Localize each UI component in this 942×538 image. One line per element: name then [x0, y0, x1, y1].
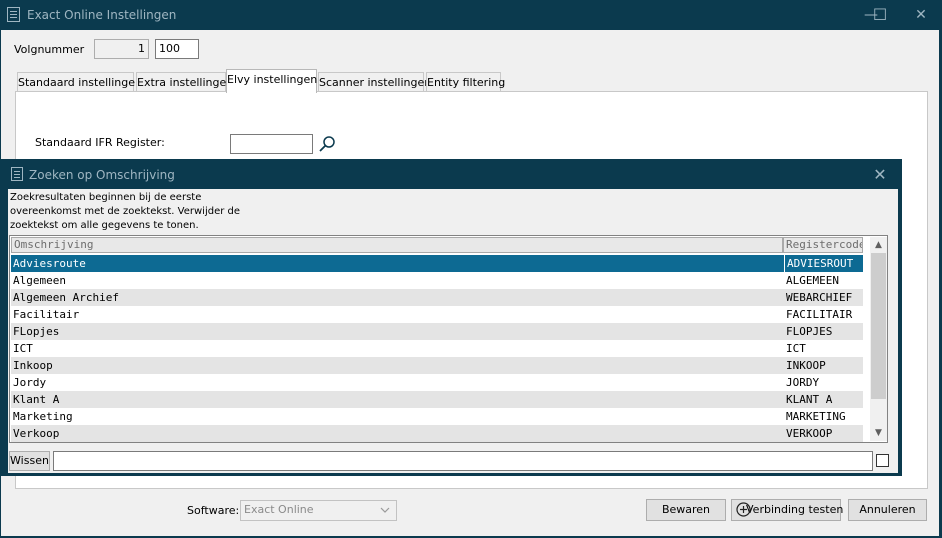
table-row[interactable]: FLopjes FLOPJES: [11, 323, 863, 340]
tab-standaard-instellingen[interactable]: Standaard instellingen: [17, 72, 142, 92]
cell-omschrijving: Adviesroute: [13, 257, 86, 270]
tab-scanner-instellingen[interactable]: Scanner instellingen: [318, 72, 431, 92]
scroll-thumb[interactable]: [871, 253, 886, 399]
scroll-up-icon[interactable]: ▲: [870, 237, 887, 253]
table-row[interactable]: Adviesroute ADVIESROUT: [11, 255, 863, 272]
cell-omschrijving: Klant A: [13, 393, 60, 406]
search-icon[interactable]: [318, 135, 336, 153]
table-row[interactable]: Klant A KLANT A: [11, 391, 863, 408]
clear-button[interactable]: Wissen: [9, 451, 50, 471]
cell-registercode: ALGEMEEN: [786, 274, 839, 287]
tab-elvy-instellingen[interactable]: Elvy instellingen: [226, 69, 317, 93]
cell-omschrijving: FLopjes: [13, 325, 60, 338]
cell-omschrijving: Marketing: [13, 410, 73, 423]
software-select-value: Exact Online: [244, 503, 314, 516]
cell-registercode: FACILITAIR: [786, 308, 853, 321]
dialog-body: Zoekresultaten beginnen bij de eerste ov…: [8, 189, 898, 473]
volgnummer-label: Volgnummer: [14, 43, 85, 56]
table-row[interactable]: Facilitair FACILITAIR: [11, 306, 863, 323]
column-header-omschrijving[interactable]: Omschrijving: [11, 237, 783, 253]
table-row[interactable]: ICT ICT: [11, 340, 863, 357]
save-button[interactable]: Bewaren: [646, 499, 726, 521]
search-dialog: Zoeken op Omschrijving ✕ Zoekresultaten …: [0, 159, 902, 476]
scroll-down-icon[interactable]: ▼: [870, 425, 887, 441]
results-grid[interactable]: Omschrijving Registercode Adviesroute ADV…: [9, 235, 888, 443]
ifr-register-input[interactable]: [230, 134, 313, 154]
table-row[interactable]: Inkoop INKOOP: [11, 357, 863, 374]
column-header-registercode[interactable]: Registercode: [783, 237, 863, 253]
cell-registercode: ADVIESROUT: [784, 255, 863, 272]
software-label: Software:: [187, 504, 240, 517]
table-row[interactable]: Algemeen Archief WEBARCHIEF: [11, 289, 863, 306]
cell-omschrijving: Verkoop: [13, 427, 60, 440]
tab-entity-filtering[interactable]: Entity filtering: [426, 72, 505, 92]
cell-registercode: INKOOP: [786, 359, 826, 372]
ifr-register-label: Standaard IFR Register:: [35, 136, 165, 149]
cancel-button[interactable]: Annuleren: [848, 499, 927, 521]
dialog-title: Zoeken op Omschrijving: [29, 168, 175, 182]
table-row[interactable]: Verkoop VERKOOP: [11, 425, 863, 442]
search-input[interactable]: [53, 451, 873, 471]
test-connection-label: Verbinding testen: [746, 503, 844, 516]
maximize-button[interactable]: ☐: [857, 0, 903, 30]
dialog-title-bar: Zoeken op Omschrijving ✕: [0, 159, 902, 189]
table-row[interactable]: Marketing MARKETING: [11, 408, 863, 425]
window-title: Exact Online Instellingen: [27, 8, 177, 22]
volgnummer-to-field[interactable]: 100: [155, 39, 199, 59]
cell-registercode: WEBARCHIEF: [786, 291, 853, 304]
cell-omschrijving: Algemeen: [13, 274, 66, 287]
plus-circle-icon: [736, 502, 751, 517]
volgnummer-from-field[interactable]: 1: [94, 39, 149, 59]
chevron-down-icon: [380, 507, 390, 513]
cell-registercode: VERKOOP: [786, 427, 833, 440]
title-bar: Exact Online Instellingen — ☐ ✕: [0, 0, 942, 30]
dialog-document-icon: [11, 167, 23, 181]
search-hint-text: Zoekresultaten beginnen bij de eerste ov…: [10, 192, 241, 231]
cell-omschrijving: Algemeen Archief: [13, 291, 119, 304]
table-row[interactable]: Algemeen ALGEMEEN: [11, 272, 863, 289]
cell-omschrijving: Jordy: [13, 376, 47, 389]
cell-registercode: MARKETING: [786, 410, 846, 423]
cell-registercode: ICT: [786, 342, 806, 355]
cell-registercode: KLANT A: [786, 393, 833, 406]
table-row[interactable]: Jordy JORDY: [11, 374, 863, 391]
cell-omschrijving: Facilitair: [13, 308, 80, 321]
search-checkbox[interactable]: [876, 454, 889, 467]
cell-omschrijving: ICT: [13, 342, 33, 355]
test-connection-button[interactable]: Verbinding testen: [731, 499, 844, 521]
vertical-scrollbar[interactable]: ▲ ▼: [870, 237, 887, 441]
close-button[interactable]: ✕: [898, 0, 942, 30]
cell-registercode: JORDY: [786, 376, 820, 389]
tab-extra-instellingen[interactable]: Extra instellingen: [136, 72, 233, 92]
app-document-icon: [7, 7, 20, 22]
software-select[interactable]: Exact Online: [240, 500, 397, 521]
dialog-close-button[interactable]: ✕: [866, 164, 894, 186]
cell-omschrijving: Inkoop: [13, 359, 53, 372]
cell-registercode: FLOPJES: [786, 325, 833, 338]
